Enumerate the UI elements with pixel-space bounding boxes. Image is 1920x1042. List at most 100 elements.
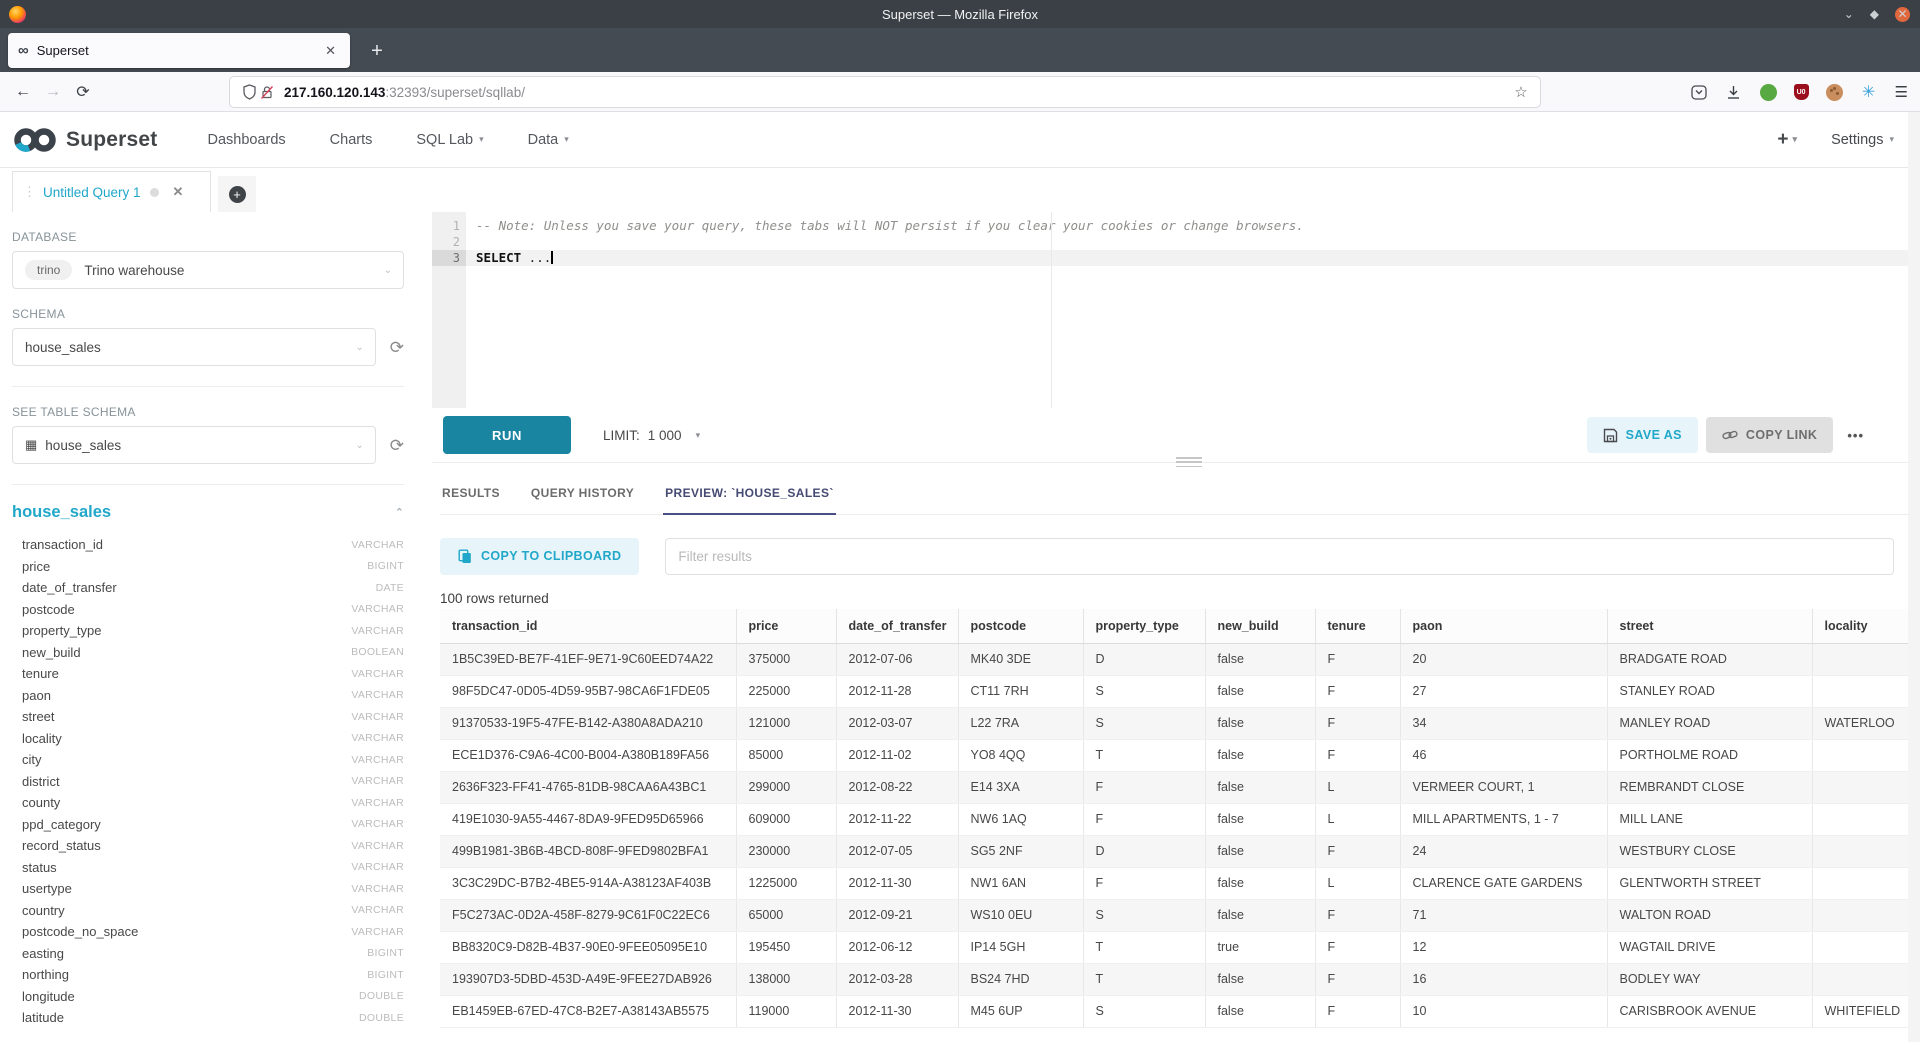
superset-logo[interactable]: Superset	[12, 126, 157, 154]
column-name: city	[22, 752, 42, 767]
schema-column-row: cityVARCHAR	[12, 749, 404, 771]
schema-label: SCHEMA	[12, 307, 404, 321]
table-cell: CT11 7RH	[958, 675, 1083, 707]
table-cell: 1225000	[736, 867, 836, 899]
browser-tab[interactable]: ∞ Superset ✕	[8, 33, 350, 68]
table-cell: F	[1315, 931, 1400, 963]
bookmark-star-icon[interactable]: ☆	[1512, 83, 1530, 101]
maximize-icon[interactable]: ◆	[1870, 8, 1879, 20]
table-cell: 3C3C29DC-B7B2-4BE5-914A-A38123AF403B	[440, 867, 736, 899]
query-tab-close-icon[interactable]: ✕	[173, 184, 184, 200]
code-line: SELECT ...	[466, 250, 1910, 266]
table-cell	[1812, 739, 1920, 771]
back-icon[interactable]: ←	[8, 83, 38, 101]
results-tab-results[interactable]: RESULTS	[440, 486, 502, 514]
refresh-table-icon[interactable]: ⟳	[390, 437, 404, 454]
settings-menu[interactable]: Settings▾	[1831, 132, 1894, 148]
results-tab-query-history[interactable]: QUERY HISTORY	[529, 486, 636, 514]
database-select[interactable]: trino Trino warehouse ⌄	[12, 251, 404, 289]
column-header-property_type[interactable]: property_type	[1083, 609, 1205, 643]
column-name: easting	[22, 946, 64, 961]
table-cell: WAGTAIL DRIVE	[1607, 931, 1812, 963]
column-type: VARCHAR	[351, 539, 404, 551]
window-close-icon[interactable]: ✕	[1895, 7, 1910, 22]
table-cell: 193907D3-5DBD-453D-A49E-9FEE27DAB926	[440, 963, 736, 995]
table-cell: MK40 3DE	[958, 643, 1083, 675]
column-header-street[interactable]: street	[1607, 609, 1812, 643]
chevron-up-icon[interactable]: ⌃	[395, 506, 404, 519]
table-cell: F	[1083, 803, 1205, 835]
table-cell: M45 6UP	[958, 995, 1083, 1027]
caret-down-icon: ▾	[696, 430, 701, 441]
table-cell	[1812, 803, 1920, 835]
copy-to-clipboard-button[interactable]: COPY TO CLIPBOARD	[440, 538, 639, 575]
reload-icon[interactable]: ⟳	[68, 82, 98, 102]
schema-column-row: statusVARCHAR	[12, 857, 404, 879]
forward-icon[interactable]: →	[38, 83, 68, 101]
results-tab-preview[interactable]: PREVIEW: `HOUSE_SALES`	[663, 486, 836, 514]
table-cell: F	[1315, 835, 1400, 867]
table-cell	[1812, 771, 1920, 803]
table-cell: VERMEER COURT, 1	[1400, 771, 1607, 803]
table-cell: 16	[1400, 963, 1607, 995]
table-cell: 91370533-19F5-47FE-B142-A380A8ADA210	[440, 707, 736, 739]
new-tab-button[interactable]: +	[362, 36, 392, 66]
column-header-postcode[interactable]: postcode	[958, 609, 1083, 643]
table-cell: PORTHOLME ROAD	[1607, 739, 1812, 771]
pocket-icon[interactable]	[1690, 83, 1708, 101]
line-number: 2	[432, 234, 460, 250]
menu-icon[interactable]: ☰	[1895, 83, 1908, 101]
more-options-button[interactable]: •••	[1847, 428, 1864, 443]
schema-column-row: new_buildBOOLEAN	[12, 642, 404, 664]
nav-item-data[interactable]: Data▾	[528, 132, 569, 148]
column-type: VARCHAR	[351, 926, 404, 938]
column-header-new_build[interactable]: new_build	[1205, 609, 1315, 643]
filter-results-input[interactable]	[665, 538, 1894, 575]
run-button[interactable]: RUN	[443, 416, 571, 454]
nav-item-sql-lab[interactable]: SQL Lab▾	[416, 132, 483, 148]
table-cell: WS10 0EU	[958, 899, 1083, 931]
query-tab[interactable]: ⋮ Untitled Query 1 ✕	[12, 171, 211, 212]
table-row: 3C3C29DC-B7B2-4BE5-914A-A38123AF403B1225…	[440, 867, 1920, 899]
table-row: BB8320C9-D82B-4B37-90E0-9FEE05095E101954…	[440, 931, 1920, 963]
schema-select[interactable]: house_sales ⌄	[12, 328, 376, 366]
column-header-paon[interactable]: paon	[1400, 609, 1607, 643]
link-icon	[1722, 428, 1738, 442]
save-as-button[interactable]: SAVE AS	[1587, 417, 1698, 453]
extension-green-icon[interactable]	[1760, 84, 1777, 101]
column-header-transaction_id[interactable]: transaction_id	[440, 609, 736, 643]
url-bar[interactable]: 217.160.120.143:32393/superset/sqllab/ ☆	[230, 77, 1540, 107]
page-scrollbar[interactable]	[1908, 112, 1920, 1042]
lock-crossed-icon[interactable]	[258, 83, 276, 101]
schema-column-row: countyVARCHAR	[12, 792, 404, 814]
cookie-icon[interactable]	[1826, 84, 1843, 101]
add-query-tab-button[interactable]: +	[218, 176, 256, 212]
nav-item-charts[interactable]: Charts	[330, 132, 373, 148]
table-cell: MILL LANE	[1607, 803, 1812, 835]
table-cell: WESTBURY CLOSE	[1607, 835, 1812, 867]
column-header-date_of_transfer[interactable]: date_of_transfer	[836, 609, 958, 643]
download-icon[interactable]	[1725, 83, 1743, 101]
limit-control[interactable]: LIMIT: 1 000 ▾	[603, 428, 700, 443]
column-header-price[interactable]: price	[736, 609, 836, 643]
schema-column-row: postcode_no_spaceVARCHAR	[12, 921, 404, 943]
table-select[interactable]: ▦ house_sales ⌄	[12, 426, 376, 464]
editor-code-area[interactable]: -- Note: Unless you save your query, the…	[466, 212, 1910, 408]
table-cell: 24	[1400, 835, 1607, 867]
nav-item-dashboards[interactable]: Dashboards	[207, 132, 285, 148]
add-new-button[interactable]: +▾	[1777, 129, 1797, 151]
sql-editor[interactable]: 123 -- Note: Unless you save your query,…	[432, 212, 1910, 408]
ublock-shield-icon[interactable]: U0	[1794, 84, 1809, 100]
minimize-icon[interactable]: ⌄	[1844, 8, 1854, 20]
table-name-heading[interactable]: house_sales	[12, 503, 111, 522]
drag-handle-icon[interactable]: ⋮	[23, 184, 35, 200]
column-header-tenure[interactable]: tenure	[1315, 609, 1400, 643]
tracking-shield-icon[interactable]	[240, 83, 258, 101]
text-cursor	[551, 251, 553, 264]
copy-link-button[interactable]: COPY LINK	[1706, 417, 1833, 453]
brand-name: Superset	[66, 128, 157, 152]
column-header-locality[interactable]: locality	[1812, 609, 1920, 643]
refresh-schema-icon[interactable]: ⟳	[390, 339, 404, 356]
tab-close-icon[interactable]: ✕	[321, 41, 340, 61]
extension-star-icon[interactable]: ✳	[1860, 83, 1878, 101]
